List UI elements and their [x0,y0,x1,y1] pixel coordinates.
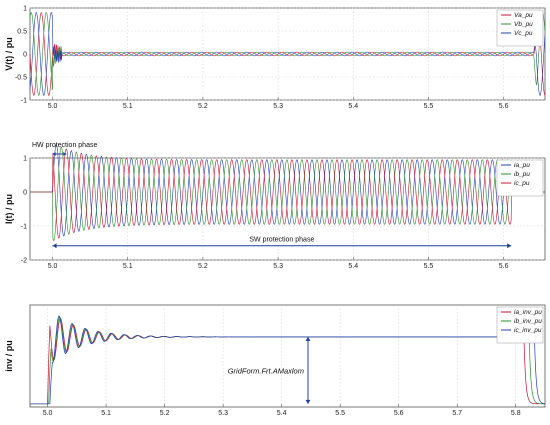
legend-entry: Va_pu [514,12,533,19]
x-tick-label: 5.2 [160,410,170,417]
sw-protection-label: SW protection phase [249,237,314,244]
y-axis-label: V(t) / pu [4,37,14,71]
y-tick-label: 0.5 [17,29,27,36]
x-tick-label: 5.5 [424,263,434,270]
legend: ia_inv_pu ib_inv_pu ic_inv_pu [496,306,544,344]
x-tick-label: 5.1 [123,103,133,110]
x-tick-label: 5.8 [511,410,521,417]
x-tick-label: 5.2 [198,263,208,270]
y-tick-label: -0.5 [15,75,27,82]
y-tick-label: 0 [23,190,27,197]
x-tick-label: 5.6 [499,103,509,110]
chart-1: 5.0 5.1 5.2 5.3 5.4 5.5 5.6 1 0.5 0 -0.5 -1 V(t) / p… [4,6,546,110]
y-tick-label: 0 [23,52,27,59]
y-tick-label: -1 [21,224,27,231]
legend-entry: ib_pu [514,171,530,178]
x-tick-label: 5.2 [198,103,208,110]
x-tick-label: 5.3 [273,263,283,270]
legend: Va_pu Vb_pu Vc_pu [496,9,544,47]
legend: ia_pu ib_pu ic_pu [496,159,544,197]
amax-label: GridForm.Frt.AMaxlom [228,366,304,375]
y-axis-label: inv / pu [4,340,14,372]
x-tick-label: 5.3 [273,103,283,110]
x-tick-label: 5.6 [394,410,404,417]
legend-entry: ia_inv_pu [514,309,542,316]
x-tick-label: 5.5 [424,103,434,110]
x-tick-label: 5.0 [48,263,58,270]
plot-area [29,304,546,408]
y-tick-label: 1 [23,156,27,163]
x-tick-label: 5.3 [218,410,228,417]
plot-area [29,157,546,261]
y-tick-label: 1 [23,6,27,13]
x-tick-label: 5.4 [348,263,358,270]
x-tick-label: 5.4 [277,410,287,417]
y-tick-label: -2 [21,258,27,265]
x-tick-label: 5.1 [101,410,111,417]
x-tick-label: 5.0 [48,103,58,110]
x-tick-label: 5.0 [43,410,53,417]
legend-entry: ic_pu [514,180,530,187]
legend-entry: Vc_pu [514,30,533,37]
x-tick-label: 5.7 [452,410,462,417]
x-tick-label: 5.6 [499,263,509,270]
x-tick-label: 5.4 [348,103,358,110]
x-tick-label: 5.5 [335,410,345,417]
legend-entry: ia_pu [514,162,530,169]
legend-entry: ib_inv_pu [514,318,542,325]
y-axis-label: I(t) / pu [4,194,14,224]
hw-protection-label: HW protection phase [32,142,97,149]
figure: 5.0 5.1 5.2 5.3 5.4 5.5 5.6 1 0.5 0 -0.5 -1 V(t) / p… [4,6,546,417]
chart-3: 5.0 5.1 5.2 5.3 5.4 5.5 5.6 5.7 5.8 inv / pu ia_in… [4,304,546,417]
legend-entry: Vb_pu [514,21,533,28]
y-tick-label: -1 [21,98,27,105]
x-tick-label: 5.1 [123,263,133,270]
chart-2: 5.0 5.1 5.2 5.3 5.4 5.5 5.6 1 0 -1 -2 I(t) / pu ia_p… [4,142,546,270]
legend-entry: ic_inv_pu [514,327,542,334]
